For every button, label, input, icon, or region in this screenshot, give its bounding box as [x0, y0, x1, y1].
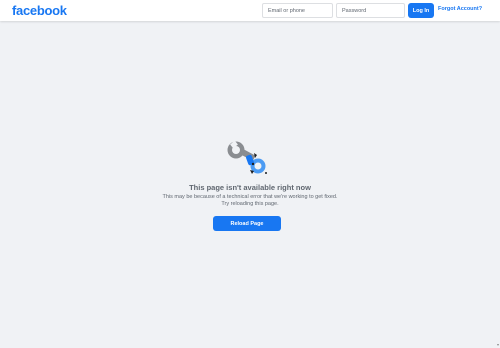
page-scrollbar[interactable]: ▾	[496, 21, 500, 348]
login-button[interactable]: Log In	[408, 3, 434, 18]
error-title: This page isn't available right now	[189, 183, 311, 192]
forgot-account-link[interactable]: Forgot Account?	[438, 6, 482, 12]
reload-page-button[interactable]: Reload Page	[213, 216, 281, 231]
fragment-dot-icon	[251, 162, 255, 166]
facebook-logo[interactable]: facebook	[12, 3, 67, 18]
scroll-down-arrow-icon[interactable]: ▾	[496, 343, 500, 347]
email-field[interactable]	[262, 3, 333, 18]
fragment-dot-icon	[265, 172, 267, 174]
broken-wrench-icon	[227, 140, 267, 174]
top-navigation-bar: facebook Log In Forgot Account?	[0, 0, 500, 21]
password-field[interactable]	[336, 3, 405, 18]
error-description: This may be because of a technical error…	[162, 194, 338, 207]
